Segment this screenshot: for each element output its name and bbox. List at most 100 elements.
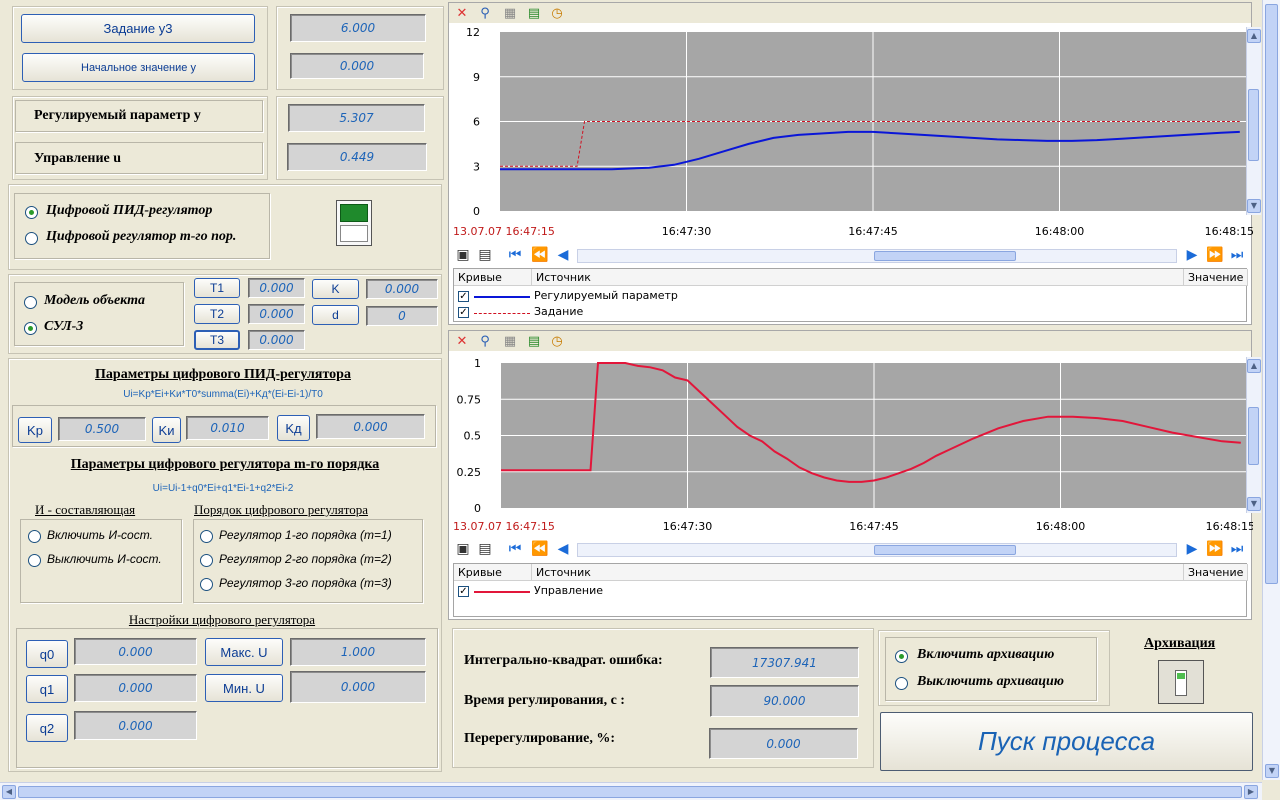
- chart2-hscroll-thumb[interactable]: [874, 545, 1016, 555]
- first-page-icon[interactable]: ⏮: [507, 248, 523, 262]
- x-tick-label: 13.07.07 16:47:15: [453, 520, 555, 533]
- archive-title: Архивация: [1144, 636, 1216, 651]
- legend-toggle-icon[interactable]: ▣: [455, 542, 471, 556]
- legend-config-icon[interactable]: ▤: [477, 248, 493, 262]
- legend-check-control[interactable]: ✓: [458, 586, 469, 597]
- control-value: 0.449: [287, 143, 427, 171]
- chart2-vscroll[interactable]: ▲ ▼: [1246, 357, 1261, 513]
- t2-button[interactable]: T2: [194, 304, 240, 324]
- legend-config-icon[interactable]: ▤: [477, 542, 493, 556]
- chart1-vscroll-down-icon[interactable]: ▼: [1247, 199, 1261, 213]
- chart2-legend: Кривые Источник Значение ✓ Управление: [453, 563, 1248, 617]
- enable-i-label: Включить И-сост.: [47, 528, 153, 542]
- q0-button[interactable]: q0: [26, 640, 68, 668]
- q2-button[interactable]: q2: [26, 714, 68, 742]
- chart1-vscroll[interactable]: ▲ ▼: [1246, 27, 1261, 215]
- umax-button[interactable]: Макс. U: [205, 638, 283, 666]
- chart2-hscroll[interactable]: [577, 543, 1177, 557]
- d-button[interactable]: d: [312, 305, 359, 325]
- window-hscroll-thumb[interactable]: [18, 786, 1242, 798]
- export-icon[interactable]: ▤: [526, 334, 542, 350]
- mreg-title: Параметры цифрового регулятора m-го поря…: [70, 457, 380, 472]
- chart2-vscroll-down-icon[interactable]: ▼: [1247, 497, 1261, 511]
- window-hscroll[interactable]: ◀ ▶: [0, 782, 1262, 800]
- task-button[interactable]: Задание у3: [21, 14, 255, 43]
- pid-title: Параметры цифрового ПИД-регулятора: [95, 367, 351, 382]
- first-page-icon[interactable]: ⏮: [507, 542, 523, 556]
- q1-button[interactable]: q1: [26, 675, 68, 703]
- legend-toggle-icon[interactable]: ▣: [455, 248, 471, 262]
- enable-i-radio[interactable]: [28, 530, 41, 543]
- kp-button[interactable]: Kp: [18, 417, 52, 443]
- export-icon[interactable]: ▤: [526, 6, 542, 22]
- order-2-radio[interactable]: [200, 554, 213, 567]
- t3-value: 0.000: [248, 330, 305, 350]
- y-tick-label: 3: [473, 160, 480, 173]
- archive-switch-icon[interactable]: [1158, 660, 1204, 704]
- chart1-vscroll-up-icon[interactable]: ▲: [1247, 29, 1261, 43]
- chart2-vscroll-thumb[interactable]: [1248, 407, 1259, 465]
- chart2-nav: ▣ ▤ ⏮ ⏪ ◀ ▶ ⏩ ⏭: [449, 539, 1253, 559]
- archive-on-radio[interactable]: [895, 650, 908, 663]
- window-vscroll-thumb[interactable]: [1265, 4, 1278, 584]
- last-page-icon[interactable]: ⏭: [1229, 248, 1245, 262]
- x-tick-label: 16:48:15: [1206, 520, 1253, 533]
- step-forward-icon[interactable]: ▶: [1184, 542, 1200, 556]
- step-back-icon[interactable]: ◀: [555, 248, 571, 262]
- regulator-switch-icon[interactable]: [336, 200, 372, 246]
- x-tick-label: 13.07.07 16:47:15: [453, 225, 555, 238]
- cursor-icon[interactable]: ✕: [454, 6, 470, 22]
- page-back-icon[interactable]: ⏪: [531, 542, 548, 556]
- cursor-icon[interactable]: ✕: [454, 334, 470, 350]
- archive-off-radio[interactable]: [895, 677, 908, 690]
- zoom-icon[interactable]: ⚲: [477, 6, 493, 22]
- disable-i-label: Выключить И-сост.: [47, 552, 162, 566]
- clock-icon[interactable]: ◷: [549, 334, 565, 350]
- window-vscroll[interactable]: ▼: [1262, 0, 1280, 780]
- pid-regulator-radio[interactable]: [25, 206, 38, 219]
- order-1-radio[interactable]: [200, 530, 213, 543]
- x-tick-label: 16:47:30: [662, 225, 711, 238]
- umin-button[interactable]: Мин. U: [205, 674, 283, 702]
- ki-value: 0.010: [186, 416, 269, 440]
- step-back-icon[interactable]: ◀: [555, 542, 571, 556]
- model-object-radio[interactable]: [24, 296, 37, 309]
- clock-icon[interactable]: ◷: [549, 6, 565, 22]
- last-page-icon[interactable]: ⏭: [1229, 542, 1245, 556]
- legend-check-param[interactable]: ✓: [458, 291, 469, 302]
- x-tick-label: 16:48:00: [1035, 225, 1084, 238]
- m-order-regulator-radio[interactable]: [25, 232, 38, 245]
- legend-check-task[interactable]: ✓: [458, 307, 469, 318]
- switch-white-half: [340, 225, 368, 242]
- order-3-radio[interactable]: [200, 578, 213, 591]
- window-hscroll-left-icon[interactable]: ◀: [2, 785, 16, 799]
- grid-icon[interactable]: ▦: [502, 6, 518, 22]
- y-tick-label: 1: [474, 357, 481, 370]
- legend-header-curves: Кривые: [454, 564, 532, 581]
- zoom-icon[interactable]: ⚲: [477, 334, 493, 350]
- t1-button[interactable]: T1: [194, 278, 240, 298]
- mreg-formula: Ui=Ui-1+q0*Ei+q1*Ei-1+q2*Ei-2: [152, 483, 294, 494]
- sul3-radio[interactable]: [24, 322, 37, 335]
- legend-header-curves: Кривые: [454, 269, 532, 286]
- k-button[interactable]: K: [312, 279, 359, 299]
- control-label: Управление u: [34, 151, 122, 166]
- start-process-button[interactable]: Пуск процесса: [880, 712, 1253, 771]
- chart1-vscroll-thumb[interactable]: [1248, 89, 1259, 161]
- window-vscroll-down-icon[interactable]: ▼: [1265, 764, 1279, 778]
- chart1-hscroll[interactable]: [577, 249, 1177, 263]
- page-forward-icon[interactable]: ⏩: [1206, 248, 1223, 262]
- t3-button[interactable]: T3: [194, 330, 240, 350]
- page-forward-icon[interactable]: ⏩: [1206, 542, 1223, 556]
- chart1-hscroll-thumb[interactable]: [874, 251, 1016, 261]
- chart2-vscroll-up-icon[interactable]: ▲: [1247, 359, 1261, 373]
- kd-button[interactable]: Kд: [277, 415, 310, 441]
- window-hscroll-right-icon[interactable]: ▶: [1244, 785, 1258, 799]
- disable-i-radio[interactable]: [28, 554, 41, 567]
- ki-button[interactable]: Kи: [152, 417, 181, 443]
- page-back-icon[interactable]: ⏪: [531, 248, 548, 262]
- initial-value-button[interactable]: Начальное значение у: [22, 53, 255, 82]
- t2-value: 0.000: [248, 304, 305, 324]
- step-forward-icon[interactable]: ▶: [1184, 248, 1200, 262]
- grid-icon[interactable]: ▦: [502, 334, 518, 350]
